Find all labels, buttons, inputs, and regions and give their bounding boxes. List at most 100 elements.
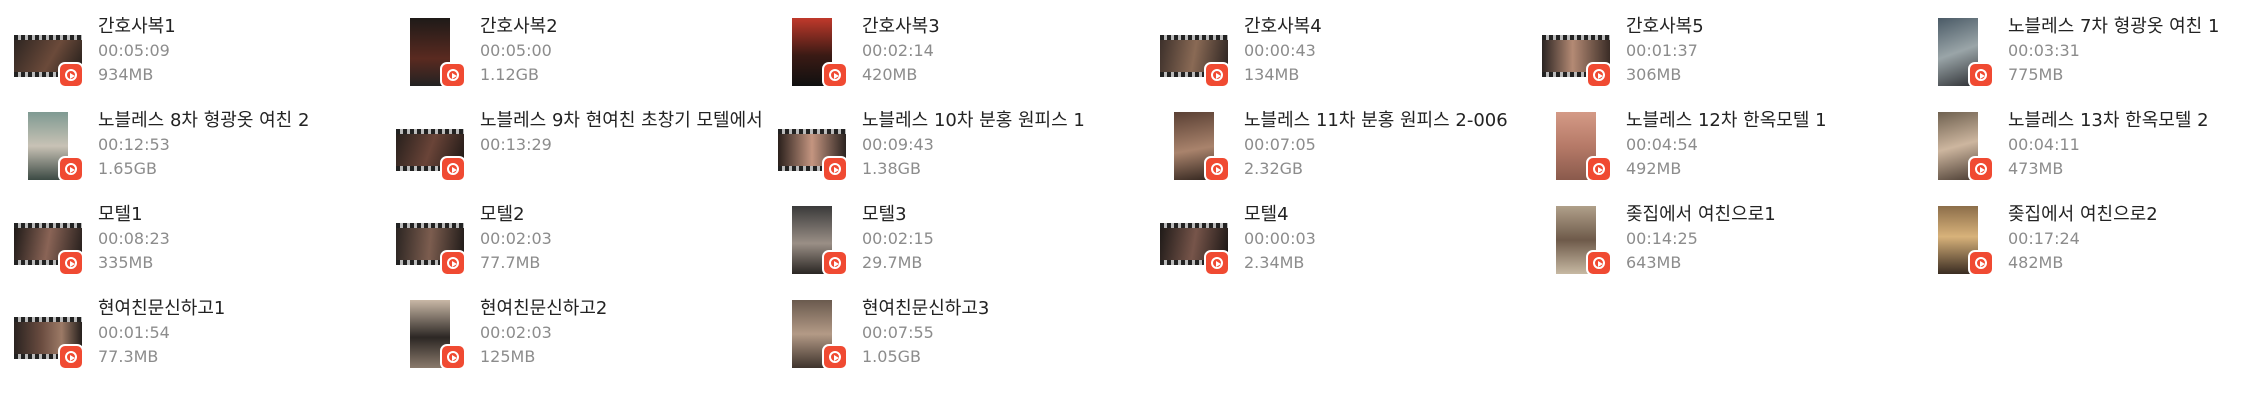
- file-grid: 간호사복1 00:05:09 934MB 간호사복2 00:05:00 1.12…: [14, 10, 2249, 386]
- file-name: 모텔4: [1244, 204, 1289, 225]
- video-thumbnail: [1542, 206, 1614, 278]
- file-duration: 00:04:11: [2008, 135, 2080, 154]
- file-duration: 00:12:53: [98, 135, 170, 154]
- file-size: 2.32GB: [1244, 159, 1303, 178]
- file-name: 노블레스 9차 현여친 초창기 모텔에서: [480, 110, 763, 131]
- video-player-icon: [1204, 250, 1230, 276]
- video-thumbnail: [396, 18, 468, 90]
- file-item[interactable]: 모텔1 00:08:23 335MB: [14, 198, 396, 292]
- file-name: 노블레스 7차 형광옷 여친 1: [2008, 16, 2220, 37]
- file-item[interactable]: 노블레스 11차 분홍 원피스 2-006 00:07:05 2.32GB: [1160, 104, 1542, 198]
- file-item[interactable]: 간호사복4 00:00:43 134MB: [1160, 10, 1542, 104]
- video-player-icon: [1968, 62, 1994, 88]
- file-item[interactable]: 노블레스 13차 한옥모텔 2 00:04:11 473MB: [1924, 104, 2249, 198]
- video-thumbnail: [396, 300, 468, 372]
- video-thumbnail: [1160, 206, 1232, 278]
- video-player-icon: [58, 250, 84, 276]
- file-size: 2.34MB: [1244, 253, 1305, 272]
- file-name: 모텔1: [98, 204, 143, 225]
- file-item[interactable]: 현여친문신하고3 00:07:55 1.05GB: [778, 292, 1160, 386]
- file-size: 1.12GB: [480, 65, 539, 84]
- file-size: 1.65GB: [98, 159, 157, 178]
- file-size: 473MB: [2008, 159, 2064, 178]
- video-player-icon: [440, 62, 466, 88]
- video-thumbnail: [778, 112, 850, 184]
- file-duration: 00:02:03: [480, 323, 552, 342]
- file-item[interactable]: 좆집에서 여친으로1 00:14:25 643MB: [1542, 198, 1924, 292]
- video-player-icon: [1586, 250, 1612, 276]
- file-name: 현여친문신하고2: [480, 298, 608, 319]
- file-duration: 00:13:29: [480, 135, 552, 154]
- file-item[interactable]: 노블레스 9차 현여친 초창기 모텔에서 00:13:29: [396, 104, 778, 198]
- file-item[interactable]: 현여친문신하고2 00:02:03 125MB: [396, 292, 778, 386]
- video-thumbnail: [396, 112, 468, 184]
- file-duration: 00:01:37: [1626, 41, 1698, 60]
- file-size: 492MB: [1626, 159, 1682, 178]
- file-item[interactable]: 좆집에서 여친으로2 00:17:24 482MB: [1924, 198, 2249, 292]
- video-player-icon: [440, 250, 466, 276]
- video-thumbnail: [14, 112, 86, 184]
- file-name: 노블레스 8차 형광옷 여친 2: [98, 110, 310, 131]
- file-name: 노블레스 11차 분홍 원피스 2-006: [1244, 110, 1508, 131]
- file-duration: 00:07:05: [1244, 135, 1316, 154]
- video-thumbnail: [396, 206, 468, 278]
- file-size: 77.7MB: [480, 253, 541, 272]
- video-player-icon: [822, 250, 848, 276]
- file-name: 간호사복3: [862, 16, 940, 37]
- video-player-icon: [440, 344, 466, 370]
- file-name: 좆집에서 여친으로1: [1626, 204, 1776, 225]
- video-player-icon: [1968, 250, 1994, 276]
- video-thumbnail: [778, 300, 850, 372]
- file-duration: 00:05:09: [98, 41, 170, 60]
- file-name: 모텔3: [862, 204, 907, 225]
- file-item[interactable]: 간호사복2 00:05:00 1.12GB: [396, 10, 778, 104]
- file-name: 좆집에서 여친으로2: [2008, 204, 2158, 225]
- file-size: 1.05GB: [862, 347, 921, 366]
- file-size: 29.7MB: [862, 253, 923, 272]
- video-thumbnail: [778, 18, 850, 90]
- file-item[interactable]: 간호사복1 00:05:09 934MB: [14, 10, 396, 104]
- file-duration: 00:00:03: [1244, 229, 1316, 248]
- video-thumbnail: [1542, 112, 1614, 184]
- video-thumbnail: [1924, 18, 1996, 90]
- video-player-icon: [1204, 62, 1230, 88]
- video-thumbnail: [14, 18, 86, 90]
- file-item[interactable]: 간호사복5 00:01:37 306MB: [1542, 10, 1924, 104]
- video-player-icon: [440, 156, 466, 182]
- file-size: 934MB: [98, 65, 154, 84]
- file-duration: 00:14:25: [1626, 229, 1698, 248]
- file-item[interactable]: 노블레스 8차 형광옷 여친 2 00:12:53 1.65GB: [14, 104, 396, 198]
- file-duration: 00:08:23: [98, 229, 170, 248]
- file-duration: 00:03:31: [2008, 41, 2080, 60]
- file-duration: 00:04:54: [1626, 135, 1698, 154]
- file-item[interactable]: 모텔2 00:02:03 77.7MB: [396, 198, 778, 292]
- file-name: 모텔2: [480, 204, 525, 225]
- file-item[interactable]: 노블레스 12차 한옥모텔 1 00:04:54 492MB: [1542, 104, 1924, 198]
- file-item[interactable]: 모텔4 00:00:03 2.34MB: [1160, 198, 1542, 292]
- video-player-icon: [1204, 156, 1230, 182]
- video-player-icon: [1586, 156, 1612, 182]
- file-duration: 00:01:54: [98, 323, 170, 342]
- file-duration: 00:00:43: [1244, 41, 1316, 60]
- file-duration: 00:02:14: [862, 41, 934, 60]
- video-thumbnail: [1542, 18, 1614, 90]
- file-item[interactable]: 노블레스 7차 형광옷 여친 1 00:03:31 775MB: [1924, 10, 2249, 104]
- video-thumbnail: [1160, 18, 1232, 90]
- video-thumbnail: [14, 300, 86, 372]
- video-thumbnail: [14, 206, 86, 278]
- file-item[interactable]: 현여친문신하고1 00:01:54 77.3MB: [14, 292, 396, 386]
- video-player-icon: [822, 344, 848, 370]
- file-duration: 00:02:15: [862, 229, 934, 248]
- file-name: 간호사복1: [98, 16, 176, 37]
- file-item[interactable]: 노블레스 10차 분홍 원피스 1 00:09:43 1.38GB: [778, 104, 1160, 198]
- video-thumbnail: [1160, 112, 1232, 184]
- video-thumbnail: [778, 206, 850, 278]
- file-name: 간호사복4: [1244, 16, 1322, 37]
- video-player-icon: [1586, 62, 1612, 88]
- video-player-icon: [58, 344, 84, 370]
- file-size: 482MB: [2008, 253, 2064, 272]
- file-item[interactable]: 간호사복3 00:02:14 420MB: [778, 10, 1160, 104]
- video-player-icon: [822, 62, 848, 88]
- file-item[interactable]: 모텔3 00:02:15 29.7MB: [778, 198, 1160, 292]
- video-thumbnail: [1924, 206, 1996, 278]
